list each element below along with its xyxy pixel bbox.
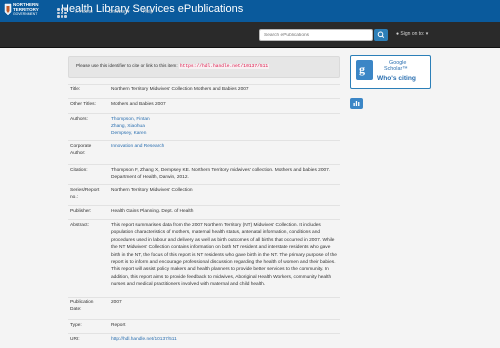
- nav-help[interactable]: Help: [143, 9, 153, 16]
- other-titles-label: Other Titles:: [70, 101, 96, 107]
- signin-menu[interactable]: ● Sign on to: ▾: [396, 31, 428, 38]
- metadata-row-publisher: Publisher: Health Gains Planning. Dept. …: [68, 205, 340, 219]
- logo-line-3: GOVERNMENT: [13, 12, 38, 16]
- authors-label: Authors:: [70, 116, 88, 122]
- metadata-row-other-titles: Other Titles: Mothers and Babies 2007: [68, 98, 340, 110]
- metadata-row-title: Title: Northern Territory Midwives' Coll…: [68, 84, 340, 93]
- metadata-row-authors: Authors: Thompson, Fintan Zhang, Xiaohua…: [68, 113, 340, 140]
- publisher-value: Health Gains Planning. Dept. of Health: [111, 209, 194, 214]
- pubdate-value: 2007: [111, 300, 122, 305]
- authors-list: Thompson, Fintan Zhang, Xiaohua Dempsey,…: [111, 116, 340, 138]
- government-logo-text[interactable]: NORTHERN TERRITORY GOVERNMENT: [13, 2, 39, 17]
- citation-label: Citation:: [70, 168, 88, 173]
- pubdate-label: Publication Date:: [70, 299, 108, 314]
- nav-home-label: Home: [79, 9, 93, 15]
- uri-link[interactable]: http://hdl.handle.net/10137/511: [111, 337, 177, 342]
- home-icon: ⌂: [75, 9, 79, 15]
- google-scholar-icon-letter: g: [359, 62, 365, 76]
- whos-citing-label: Who's citing: [377, 75, 416, 82]
- abstract-value: This report summarises data from the 200…: [111, 223, 337, 288]
- type-label: Type:: [70, 323, 82, 328]
- pubdate-label-line-1: Publication: [70, 300, 94, 305]
- pubdate-label-line-2: Date:: [70, 307, 82, 313]
- bar-chart-icon: [353, 101, 360, 106]
- title-value: Northern Territory Midwives' Collection …: [111, 87, 249, 92]
- corporate-label-line-1: Corporate: [70, 144, 92, 149]
- title-label: Title:: [70, 87, 81, 92]
- google-scholar-line-2: Scholar™: [384, 66, 408, 72]
- type-value: Report: [111, 323, 126, 328]
- publisher-label: Publisher:: [70, 209, 92, 214]
- chevron-down-icon: ▾: [425, 31, 429, 37]
- abstract-label: Abstract:: [70, 223, 89, 228]
- nav-home[interactable]: ⌂ Home: [75, 9, 93, 16]
- corporate-label-line-2: Author:: [70, 151, 86, 157]
- metadata-row-abstract: Abstract: This report summarises data fr…: [68, 219, 340, 299]
- metadata-row-series: Series/Report no.: Northern Territory Mi…: [68, 184, 340, 206]
- uri-value: http://hdl.handle.net/10137/511: [111, 336, 340, 343]
- author-link[interactable]: Thompson, Fintan: [111, 117, 150, 122]
- series-label-line-1: Series/Report: [70, 188, 100, 193]
- metadata-row-type: Type: Report: [68, 319, 340, 333]
- metadata-row-uri: URI: http://hdl.handle.net/10137/511: [68, 333, 340, 347]
- identifier-prompt-text: Please use this identifier to cite or li…: [76, 63, 178, 68]
- citation-value: Thompson F, Zhang X, Dempsey KE. Norther…: [111, 168, 331, 181]
- series-value: Northern Territory Midwives' Collection: [111, 188, 193, 193]
- nav-help-label: Help: [143, 9, 154, 15]
- corporate-link[interactable]: Innovation and Research: [111, 144, 164, 149]
- nt-government-logo-icon[interactable]: [4, 3, 12, 16]
- author-link[interactable]: Dempsey, Karen: [111, 131, 146, 136]
- series-label: Series/Report no.:: [70, 187, 108, 202]
- signin-label: Sign on to:: [400, 31, 425, 37]
- metadata-row-citation: Citation: Thompson F, Zhang X, Dempsey K…: [68, 164, 340, 185]
- nav-browse-label: Browse: [109, 9, 126, 15]
- nav-browse[interactable]: Browse ▾: [109, 9, 130, 16]
- identifier-prompt: Please use this identifier to cite or li…: [76, 63, 270, 69]
- uri-label: URI:: [70, 337, 80, 342]
- statistics-button[interactable]: [350, 98, 363, 109]
- search-icon: [377, 31, 385, 38]
- chevron-down-icon: ▾: [127, 9, 130, 15]
- identifier-url[interactable]: https://hdl.handle.net/10137/511: [178, 64, 270, 69]
- author-link[interactable]: Zhang, Xiaohua: [111, 124, 145, 129]
- search-input[interactable]: [259, 29, 373, 41]
- metadata-row-corporate: Corporate Author: Innovation and Researc…: [68, 140, 340, 164]
- other-titles-value: Mothers and Babies 2007: [111, 101, 166, 107]
- series-label-line-2: no.:: [70, 195, 79, 201]
- user-icon: ●: [396, 31, 400, 37]
- search-button[interactable]: [374, 29, 388, 41]
- metadata-row-pubdate: Publication Date: 2007: [68, 297, 340, 318]
- corporate-value: Innovation and Research: [111, 143, 340, 150]
- app-grid-icon[interactable]: [57, 8, 67, 18]
- corporate-label: Corporate Author:: [70, 143, 108, 158]
